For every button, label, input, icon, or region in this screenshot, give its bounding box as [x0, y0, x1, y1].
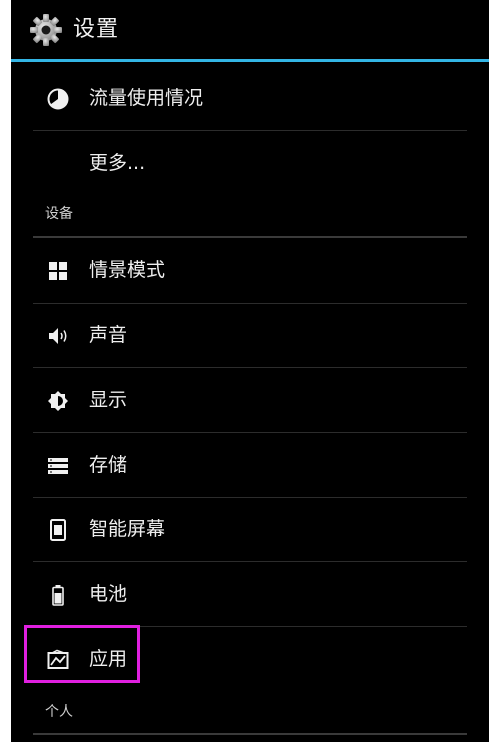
page-title: 设置: [73, 17, 120, 42]
section-header-device: 设备: [33, 197, 467, 237]
section-divider: [33, 733, 467, 735]
settings-item-label: 情景模式: [89, 259, 166, 281]
apps-icon: [47, 649, 69, 669]
settings-item-data-usage[interactable]: 流量使用情况: [33, 66, 467, 130]
settings-item-display[interactable]: 显示: [33, 368, 467, 432]
profiles-icon: [49, 262, 67, 280]
action-bar: 设置: [11, 0, 489, 59]
settings-item-label: 智能屏幕: [89, 518, 166, 540]
settings-item-battery[interactable]: 电池: [33, 562, 467, 626]
settings-item-apps[interactable]: 应用: [33, 627, 467, 691]
section-title: 个人: [45, 704, 73, 720]
settings-item-profiles[interactable]: 情景模式: [33, 238, 467, 302]
settings-item-label: 流量使用情况: [89, 87, 204, 109]
display-brightness-icon: [48, 391, 68, 411]
settings-item-label: 应用: [89, 648, 128, 670]
section-header-personal: 个人: [33, 695, 467, 735]
settings-item-sound[interactable]: 声音: [33, 303, 467, 367]
settings-item-label: 声音: [89, 324, 128, 346]
settings-item-label: 电池: [89, 583, 128, 605]
storage-icon: [48, 458, 68, 474]
settings-gear-icon[interactable]: [29, 13, 63, 47]
section-title: 设备: [45, 206, 73, 222]
settings-item-more[interactable]: 更多...: [33, 131, 467, 195]
battery-icon: [52, 585, 64, 606]
settings-item-smart-screen[interactable]: 智能屏幕: [33, 497, 467, 561]
data-usage-icon: [47, 88, 69, 110]
settings-item-label: 更多...: [89, 152, 146, 174]
sound-icon: [49, 328, 67, 344]
settings-item-label: 存储: [89, 454, 128, 476]
settings-item-storage[interactable]: 存储: [33, 433, 467, 497]
action-bar-divider: [11, 59, 489, 62]
settings-screen: 设置 流量使用情况 更多... 设备 情景模式 声音 显示 存储 智能屏幕 电池…: [11, 0, 489, 742]
smart-screen-icon: [50, 519, 66, 541]
settings-item-label: 显示: [89, 389, 128, 411]
